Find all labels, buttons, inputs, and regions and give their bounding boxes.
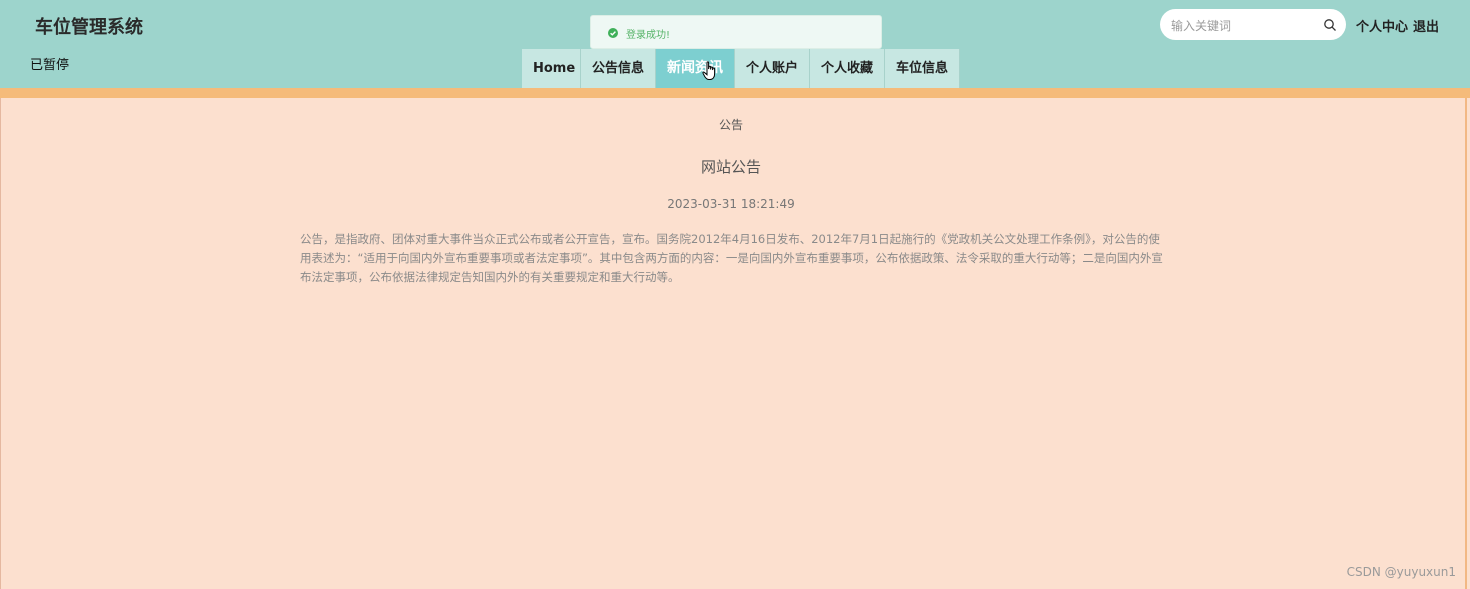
search-box [1160, 9, 1346, 40]
watermark: CSDN @yuyuxun1 [1346, 565, 1456, 579]
success-toast: 登录成功! [590, 15, 882, 49]
nav-item-news[interactable]: 新闻资讯 [656, 49, 736, 88]
notice-body: 公告，是指政府、团体对重大事件当众正式公布或者公开宣告，宣布。国务院2012年4… [300, 232, 1163, 284]
breadcrumb: 公告 [718, 118, 743, 132]
accent-bar [0, 88, 1470, 98]
nav-item-home[interactable]: Home [522, 49, 581, 88]
nav-item-account[interactable]: 个人账户 [735, 49, 811, 88]
search-icon[interactable] [1323, 17, 1337, 36]
toast-message: 登录成功! [626, 30, 671, 41]
check-circle-icon [608, 28, 618, 38]
search-input[interactable] [1169, 15, 1318, 36]
publish-date: 2023-03-31 18:21:49 [667, 197, 795, 211]
paused-indicator: 已暂停 [30, 58, 70, 73]
main-nav: Home 公告信息 新闻资讯 个人账户 个人收藏 车位信息 [522, 49, 961, 88]
nav-item-announcements[interactable]: 公告信息 [581, 49, 657, 88]
page-title: 网站公告 [700, 158, 761, 176]
nav-item-favorites[interactable]: 个人收藏 [810, 49, 886, 88]
app-title: 车位管理系统 [35, 17, 143, 38]
logout-link[interactable]: 退出 [1413, 16, 1439, 35]
nav-item-parking-info[interactable]: 车位信息 [885, 49, 961, 88]
profile-link[interactable]: 个人中心 [1356, 16, 1408, 35]
hand-cursor-icon [702, 61, 718, 85]
